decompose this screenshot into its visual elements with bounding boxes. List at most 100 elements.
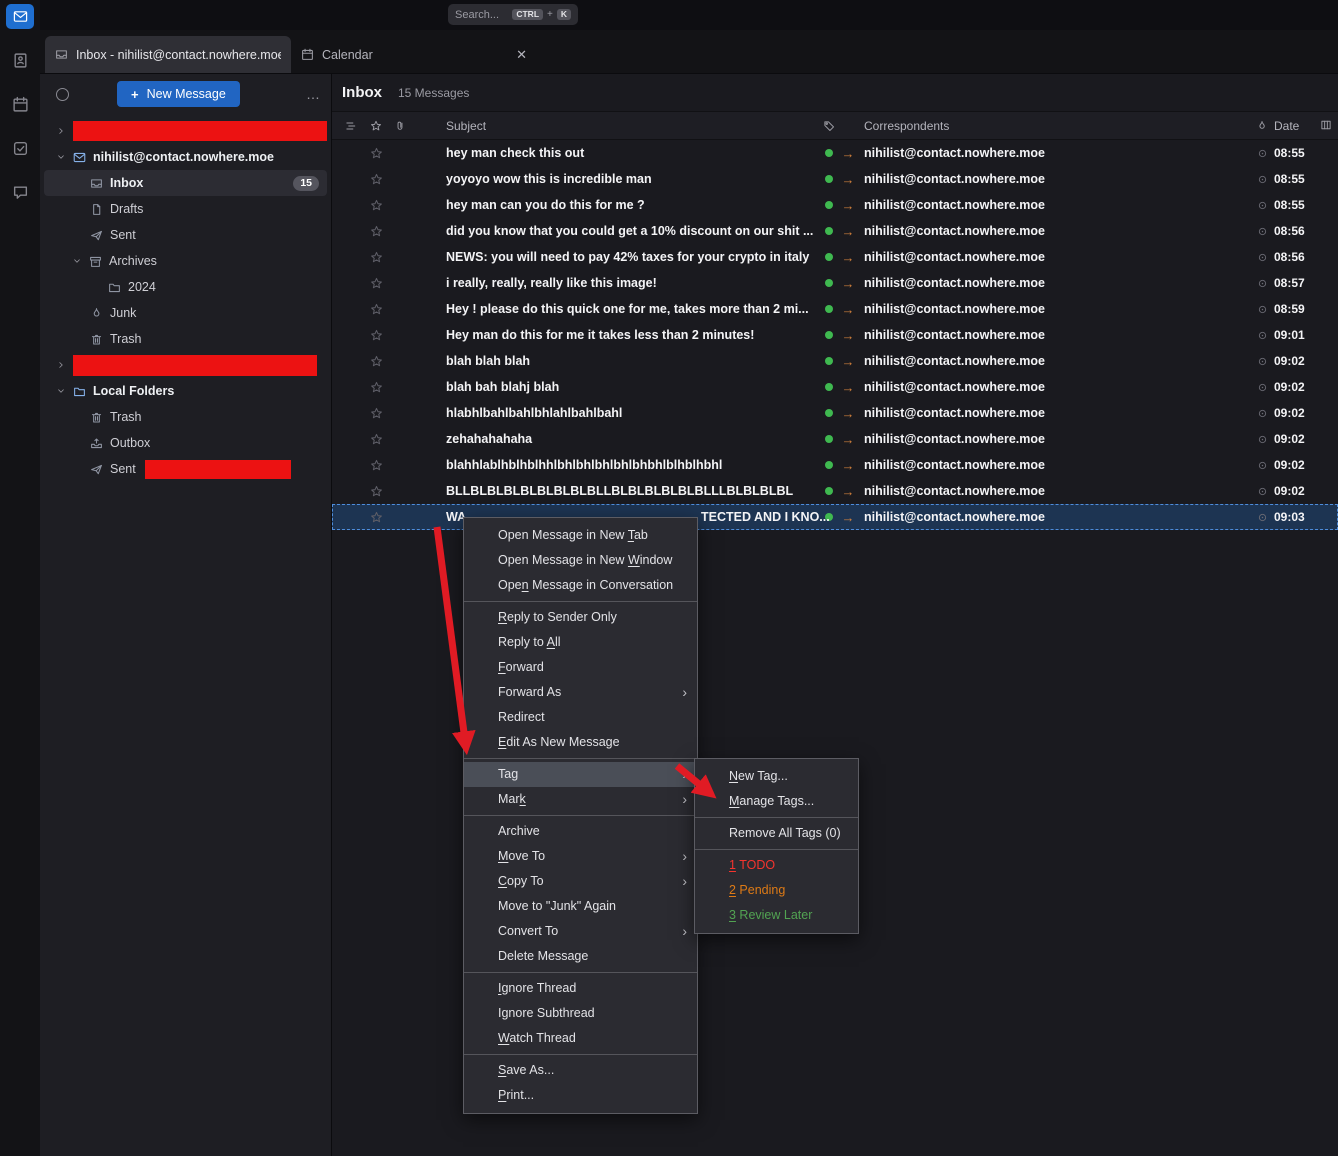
- menu-item-forward[interactable]: Forward: [464, 655, 697, 680]
- star-column-header[interactable]: [364, 120, 388, 132]
- menu-item-label: Redirect: [498, 710, 545, 724]
- junk-column-header[interactable]: [1250, 120, 1274, 132]
- sidebar-item-local-sent[interactable]: Sent: [40, 456, 331, 482]
- star-icon[interactable]: [364, 329, 388, 342]
- sidebar-item-archives[interactable]: Archives: [40, 248, 331, 274]
- star-icon[interactable]: [364, 485, 388, 498]
- mail-space-button[interactable]: [6, 4, 34, 29]
- menu-item-label: New Tag...: [729, 769, 788, 783]
- sidebar-item-outbox[interactable]: Outbox: [40, 430, 331, 456]
- menu-separator: [464, 1054, 697, 1055]
- message-row[interactable]: NEWS: you will need to pay 42% taxes for…: [332, 244, 1338, 270]
- folder-pane-options-button[interactable]: …: [306, 86, 321, 102]
- search-bar[interactable]: Search... CTRL + K: [448, 4, 578, 25]
- menu-item-archive[interactable]: Archive: [464, 819, 697, 844]
- message-row[interactable]: did you know that you could get a 10% di…: [332, 218, 1338, 244]
- menu-item-forward-as[interactable]: Forward As›: [464, 680, 697, 705]
- sidebar-item-sent[interactable]: Sent: [40, 222, 331, 248]
- star-icon[interactable]: [364, 199, 388, 212]
- sidebar-item-drafts[interactable]: Drafts: [40, 196, 331, 222]
- sidebar-item-2024[interactable]: 2024: [40, 274, 331, 300]
- message-row[interactable]: hey man can you do this for me ? → nihil…: [332, 192, 1338, 218]
- menu-item-3-review-later[interactable]: 3 Review Later: [695, 903, 858, 928]
- tasks-space-button[interactable]: [6, 136, 34, 161]
- menu-item-reply-to-sender-only[interactable]: Reply to Sender Only: [464, 605, 697, 630]
- message-row[interactable]: Hey man do this for me it takes less tha…: [332, 322, 1338, 348]
- correspondents-column-header[interactable]: Correspondents: [858, 119, 1250, 133]
- page-title: Inbox: [342, 84, 382, 101]
- sidebar-item-redacted-account-1[interactable]: [40, 118, 331, 144]
- sidebar-item-junk[interactable]: Junk: [40, 300, 331, 326]
- calendar-space-button[interactable]: [6, 92, 34, 117]
- star-icon[interactable]: [364, 511, 388, 524]
- star-icon[interactable]: [364, 277, 388, 290]
- menu-item-save-as[interactable]: Save As...: [464, 1058, 697, 1083]
- menu-item-print[interactable]: Print...: [464, 1083, 697, 1108]
- sidebar-item-trash[interactable]: Trash: [40, 326, 331, 352]
- message-row[interactable]: blah bah blahj blah → nihilist@contact.n…: [332, 374, 1338, 400]
- sidebar-item-local-trash[interactable]: Trash: [40, 404, 331, 430]
- tab-inbox[interactable]: Inbox - nihilist@contact.nowhere.moe: [45, 36, 291, 73]
- sidebar-item-account[interactable]: nihilist@contact.nowhere.moe: [40, 144, 331, 170]
- menu-item-move-to-junk-again[interactable]: Move to "Junk" Again: [464, 894, 697, 919]
- redacted-folder-name: [145, 460, 291, 479]
- attachment-column-header[interactable]: [388, 120, 412, 132]
- flame-icon: [1256, 120, 1268, 132]
- message-date: 08:57: [1274, 276, 1338, 290]
- tag-column-header[interactable]: [820, 120, 838, 132]
- star-icon[interactable]: [364, 407, 388, 420]
- menu-item-reply-to-all[interactable]: Reply to All: [464, 630, 697, 655]
- message-row[interactable]: blahhlablhblhblhhlbhlbhlbhlbhlbhbhlblhbl…: [332, 452, 1338, 478]
- message-row[interactable]: hlabhlbahlbahlbhlahlbahlbahl → nihilist@…: [332, 400, 1338, 426]
- star-icon[interactable]: [364, 355, 388, 368]
- menu-item-tag[interactable]: Tag›: [464, 762, 697, 787]
- menu-item-open-message-in-conversation[interactable]: Open Message in Conversation: [464, 573, 697, 598]
- menu-item-manage-tags[interactable]: Manage Tags...: [695, 789, 858, 814]
- addressbook-space-button[interactable]: [6, 48, 34, 73]
- menu-item-move-to[interactable]: Move To›: [464, 844, 697, 869]
- tab-calendar[interactable]: Calendar ✕: [291, 36, 537, 73]
- subject-column-header[interactable]: Subject: [412, 119, 820, 133]
- message-row[interactable]: i really, really, really like this image…: [332, 270, 1338, 296]
- star-icon[interactable]: [364, 225, 388, 238]
- chat-space-button[interactable]: [6, 180, 34, 205]
- menu-item-delete-message[interactable]: Delete Message: [464, 944, 697, 969]
- menu-item-2-pending[interactable]: 2 Pending: [695, 878, 858, 903]
- menu-item-ignore-subthread[interactable]: Ignore Subthread: [464, 1001, 697, 1026]
- menu-item-open-message-in-new-tab[interactable]: Open Message in New Tab: [464, 523, 697, 548]
- sidebar-item-redacted-account-2[interactable]: [40, 352, 331, 378]
- message-row[interactable]: BLLBLBLBLBLBLBLBLBLLBLBLBLBLBLBLLLBLBLBL…: [332, 478, 1338, 504]
- sidebar-item-inbox[interactable]: Inbox 15: [44, 170, 327, 196]
- message-row[interactable]: hey man check this out → nihilist@contac…: [332, 140, 1338, 166]
- menu-item-redirect[interactable]: Redirect: [464, 705, 697, 730]
- menu-item-1-todo[interactable]: 1 TODO: [695, 853, 858, 878]
- sidebar-item-local-folders[interactable]: Local Folders: [40, 378, 331, 404]
- menu-item-ignore-thread[interactable]: Ignore Thread: [464, 976, 697, 1001]
- sent-icon: [90, 463, 103, 476]
- message-row[interactable]: yoyoyo wow this is incredible man → nihi…: [332, 166, 1338, 192]
- message-row[interactable]: zehahahahaha → nihilist@contact.nowhere.…: [332, 426, 1338, 452]
- menu-item-label: Print...: [498, 1088, 534, 1102]
- menu-item-remove-all-tags-0[interactable]: Remove All Tags (0): [695, 821, 858, 846]
- star-icon[interactable]: [364, 381, 388, 394]
- status-circle-icon[interactable]: [56, 88, 69, 101]
- menu-item-copy-to[interactable]: Copy To›: [464, 869, 697, 894]
- star-icon[interactable]: [364, 433, 388, 446]
- message-row[interactable]: blah blah blah → nihilist@contact.nowher…: [332, 348, 1338, 374]
- tab-close-button[interactable]: ✕: [516, 47, 527, 63]
- menu-item-mark[interactable]: Mark›: [464, 787, 697, 812]
- star-icon[interactable]: [364, 303, 388, 316]
- message-row[interactable]: Hey ! please do this quick one for me, t…: [332, 296, 1338, 322]
- star-icon[interactable]: [364, 147, 388, 160]
- menu-item-open-message-in-new-window[interactable]: Open Message in New Window: [464, 548, 697, 573]
- menu-item-edit-as-new-message[interactable]: Edit As New Message: [464, 730, 697, 755]
- new-message-button[interactable]: + New Message: [117, 81, 240, 107]
- star-icon[interactable]: [364, 459, 388, 472]
- menu-item-watch-thread[interactable]: Watch Thread: [464, 1026, 697, 1051]
- column-picker-icon[interactable]: [1320, 119, 1332, 131]
- star-icon[interactable]: [364, 173, 388, 186]
- menu-item-convert-to[interactable]: Convert To›: [464, 919, 697, 944]
- thread-column-header[interactable]: [332, 120, 364, 132]
- star-icon[interactable]: [364, 251, 388, 264]
- menu-item-new-tag[interactable]: New Tag...: [695, 764, 858, 789]
